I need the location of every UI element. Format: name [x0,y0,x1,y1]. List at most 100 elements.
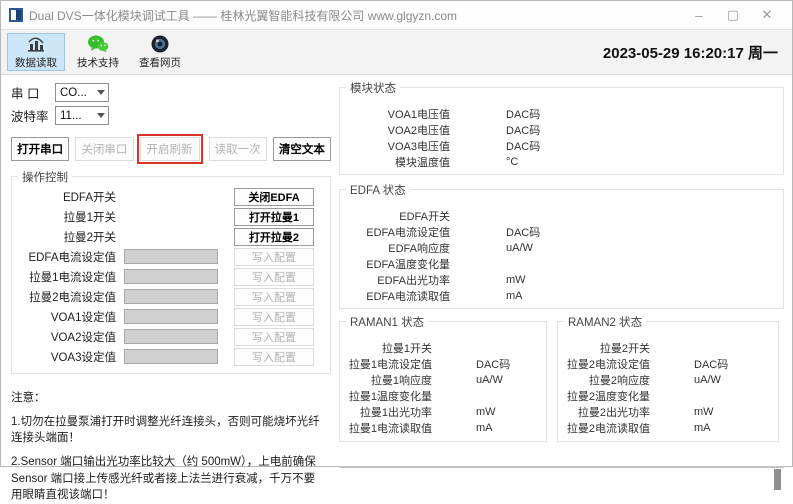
status-unit: DAC码 [506,224,540,240]
raman1-status-group: RAMAN1 状态 拉曼1开关 拉曼1电流设定值DAC码 拉曼1响应度uA/W … [339,321,547,442]
status-label: VOA2电压值 [340,122,450,138]
voa2-set-label: VOA2设定值 [12,329,124,345]
status-label: 拉曼1电流读取值 [340,420,432,436]
status-unit: DAC码 [506,138,540,154]
status-label: 拉曼1温度变化量 [340,388,432,404]
notes-title: 注意： [11,390,323,407]
status-label: EDFA出光功率 [340,272,450,288]
toolbar-label: 数据读取 [15,55,57,70]
serial-port-select[interactable]: CO... [55,83,109,102]
status-label: 拉曼2出光功率 [558,404,650,420]
app-window: Dual DVS一体化模块调试工具 —— 桂林光翼智能科技有限公司 www.gl… [0,0,793,467]
baud-rate-select[interactable]: 11... [55,106,109,125]
status-label: 拉曼1响应度 [340,372,432,388]
status-label: 拉曼2温度变化量 [558,388,650,404]
status-label: 拉曼1电流设定值 [340,356,432,372]
right-panel: 模块状态 VOA1电压值 DAC码 VOA2电压值 DAC码 VOA3电压值 DAC码… [337,75,792,466]
toolbar-button-view-webpage[interactable]: 查看网页 [131,33,189,71]
raman1-current-set-label: 拉曼1电流设定值 [12,269,124,285]
read-once-button[interactable]: 读取一次 [209,137,267,161]
chevron-down-icon [97,90,105,95]
window-title: Dual DVS一体化模块调试工具 —— 桂林光翼智能科技有限公司 www.gl… [29,7,457,24]
status-unit: mA [506,290,523,302]
module-status-group: 模块状态 VOA1电压值DAC码 VOA2电压值DAC码 VOA3电压值DAC码… [339,87,784,175]
status-label: EDFA开关 [340,208,450,224]
toolbar-label: 查看网页 [139,55,181,70]
status-label: VOA1电压值 [340,106,450,122]
status-label: EDFA温度变化量 [340,256,450,272]
raman2-current-set-input[interactable] [124,289,218,304]
voa3-set-label: VOA3设定值 [12,349,124,365]
raman2-switch-label: 拉曼2开关 [12,229,124,245]
status-label: VOA3电压值 [340,138,450,154]
serial-button-row: 打开串口 关闭串口 开启刷新 读取一次 清空文本 [11,134,337,164]
status-unit: uA/W [476,374,503,386]
chevron-down-icon [97,113,105,118]
clear-text-button[interactable]: 清空文本 [273,137,331,161]
edfa-status-group: EDFA 状态 EDFA开关 EDFA电流设定值DAC码 EDFA响应度uA/W… [339,189,784,309]
app-icon [9,8,23,22]
titlebar: Dual DVS一体化模块调试工具 —— 桂林光翼智能科技有限公司 www.gl… [1,1,792,29]
serial-port-value: CO... [60,87,87,99]
write-config-button[interactable]: 写入配置 [234,348,314,366]
toolbar-button-tech-support[interactable]: 技术支持 [69,33,127,71]
status-unit: DAC码 [694,356,728,372]
raman2-switch-button[interactable]: 打开拉曼2 [234,228,314,246]
write-config-button[interactable]: 写入配置 [234,248,314,266]
status-unit: DAC码 [506,106,540,122]
baud-rate-label: 波特率 [11,106,55,125]
status-unit: uA/W [506,242,533,254]
close-serial-button[interactable]: 关闭串口 [75,137,133,161]
status-unit: uA/W [694,374,721,386]
bar-chart-icon [25,34,47,54]
note-line-2: 2.Sensor 端口输出光功率比较大（约 500mW），上电前确保 Senso… [11,454,323,504]
raman1-current-set-input[interactable] [124,269,218,284]
status-unit: DAC码 [476,356,510,372]
write-config-button[interactable]: 写入配置 [234,268,314,286]
highlight-box: 开启刷新 [137,134,203,164]
voa1-set-input[interactable] [124,309,218,324]
status-unit: mW [476,406,496,418]
toolbar: 数据读取 技术支持 [1,29,792,75]
toolbar-label: 技术支持 [77,55,119,70]
edfa-current-set-input[interactable] [124,249,218,264]
globe-icon [149,34,171,54]
status-unit: mA [476,422,493,434]
status-label: 拉曼1出光功率 [340,404,432,420]
raman2-current-set-label: 拉曼2电流设定值 [12,289,124,305]
scrollbar-thumb[interactable] [774,469,781,490]
close-button[interactable]: ✕ [750,7,784,23]
maximize-button[interactable]: ▢ [716,7,750,23]
serial-port-label: 串 口 [11,83,55,102]
voa2-set-input[interactable] [124,329,218,344]
group-title: RAMAN2 状态 [564,314,646,330]
minimize-button[interactable]: – [682,8,716,23]
status-label: 拉曼2电流设定值 [558,356,650,372]
voa3-set-input[interactable] [124,349,218,364]
status-unit: DAC码 [506,122,540,138]
log-text [340,467,770,471]
raman1-switch-button[interactable]: 打开拉曼1 [234,208,314,226]
edfa-switch-button[interactable]: 关闭EDFA [234,188,314,206]
start-refresh-button[interactable]: 开启刷新 [140,137,200,161]
status-label: EDFA电流读取值 [340,288,450,304]
open-serial-button[interactable]: 打开串口 [11,137,69,161]
write-config-button[interactable]: 写入配置 [234,328,314,346]
log-output-area[interactable] [339,466,784,468]
voa1-set-label: VOA1设定值 [12,309,124,325]
group-title: EDFA 状态 [346,182,410,198]
baud-rate-value: 11... [60,110,82,122]
status-unit: mW [694,406,714,418]
write-config-button[interactable]: 写入配置 [234,288,314,306]
toolbar-button-data-read[interactable]: 数据读取 [7,33,65,71]
status-unit: °C [506,156,518,168]
clock-display: 2023-05-29 16:20:17 周一 [603,42,788,63]
write-config-button[interactable]: 写入配置 [234,308,314,326]
group-title: 模块状态 [346,80,400,96]
status-label: 拉曼1开关 [340,340,432,356]
status-label: 拉曼2电流读取值 [558,420,650,436]
status-label: 拉曼2开关 [558,340,650,356]
wechat-icon [87,34,109,54]
status-label: 拉曼2响应度 [558,372,650,388]
status-unit: mA [694,422,711,434]
